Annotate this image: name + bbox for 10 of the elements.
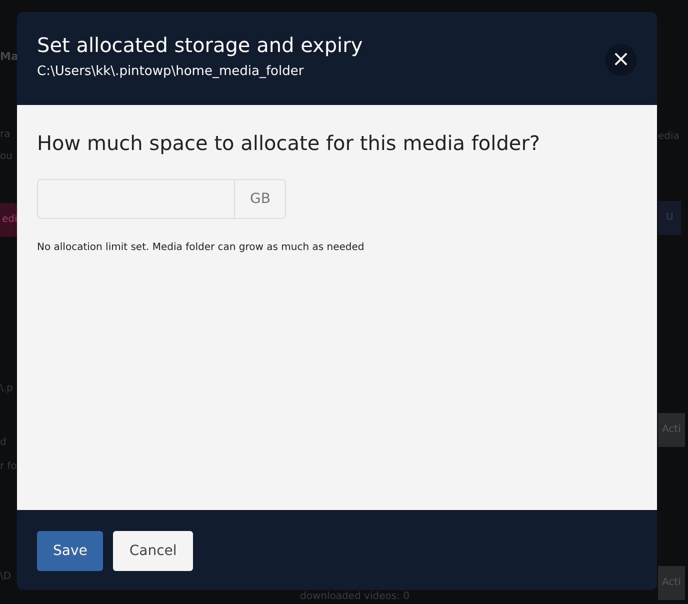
- save-button[interactable]: Save: [37, 531, 104, 571]
- folder-path: C:\Users\kk\.pintowp\home_media_folder: [37, 64, 305, 80]
- background-heading: Ma: [0, 50, 18, 64]
- unit-label: GB: [235, 179, 286, 219]
- close-button[interactable]: ×: [605, 44, 637, 76]
- dialog-title: Set allocated storage and expiry: [37, 32, 363, 58]
- hint-text: No allocation limit set. Media folder can grow as much as needed: [37, 241, 364, 255]
- background-button[interactable]: edi: [0, 203, 20, 237]
- cancel-button[interactable]: Cancel: [113, 531, 193, 571]
- question-heading: How much space to allocate for this media folder?: [37, 130, 540, 156]
